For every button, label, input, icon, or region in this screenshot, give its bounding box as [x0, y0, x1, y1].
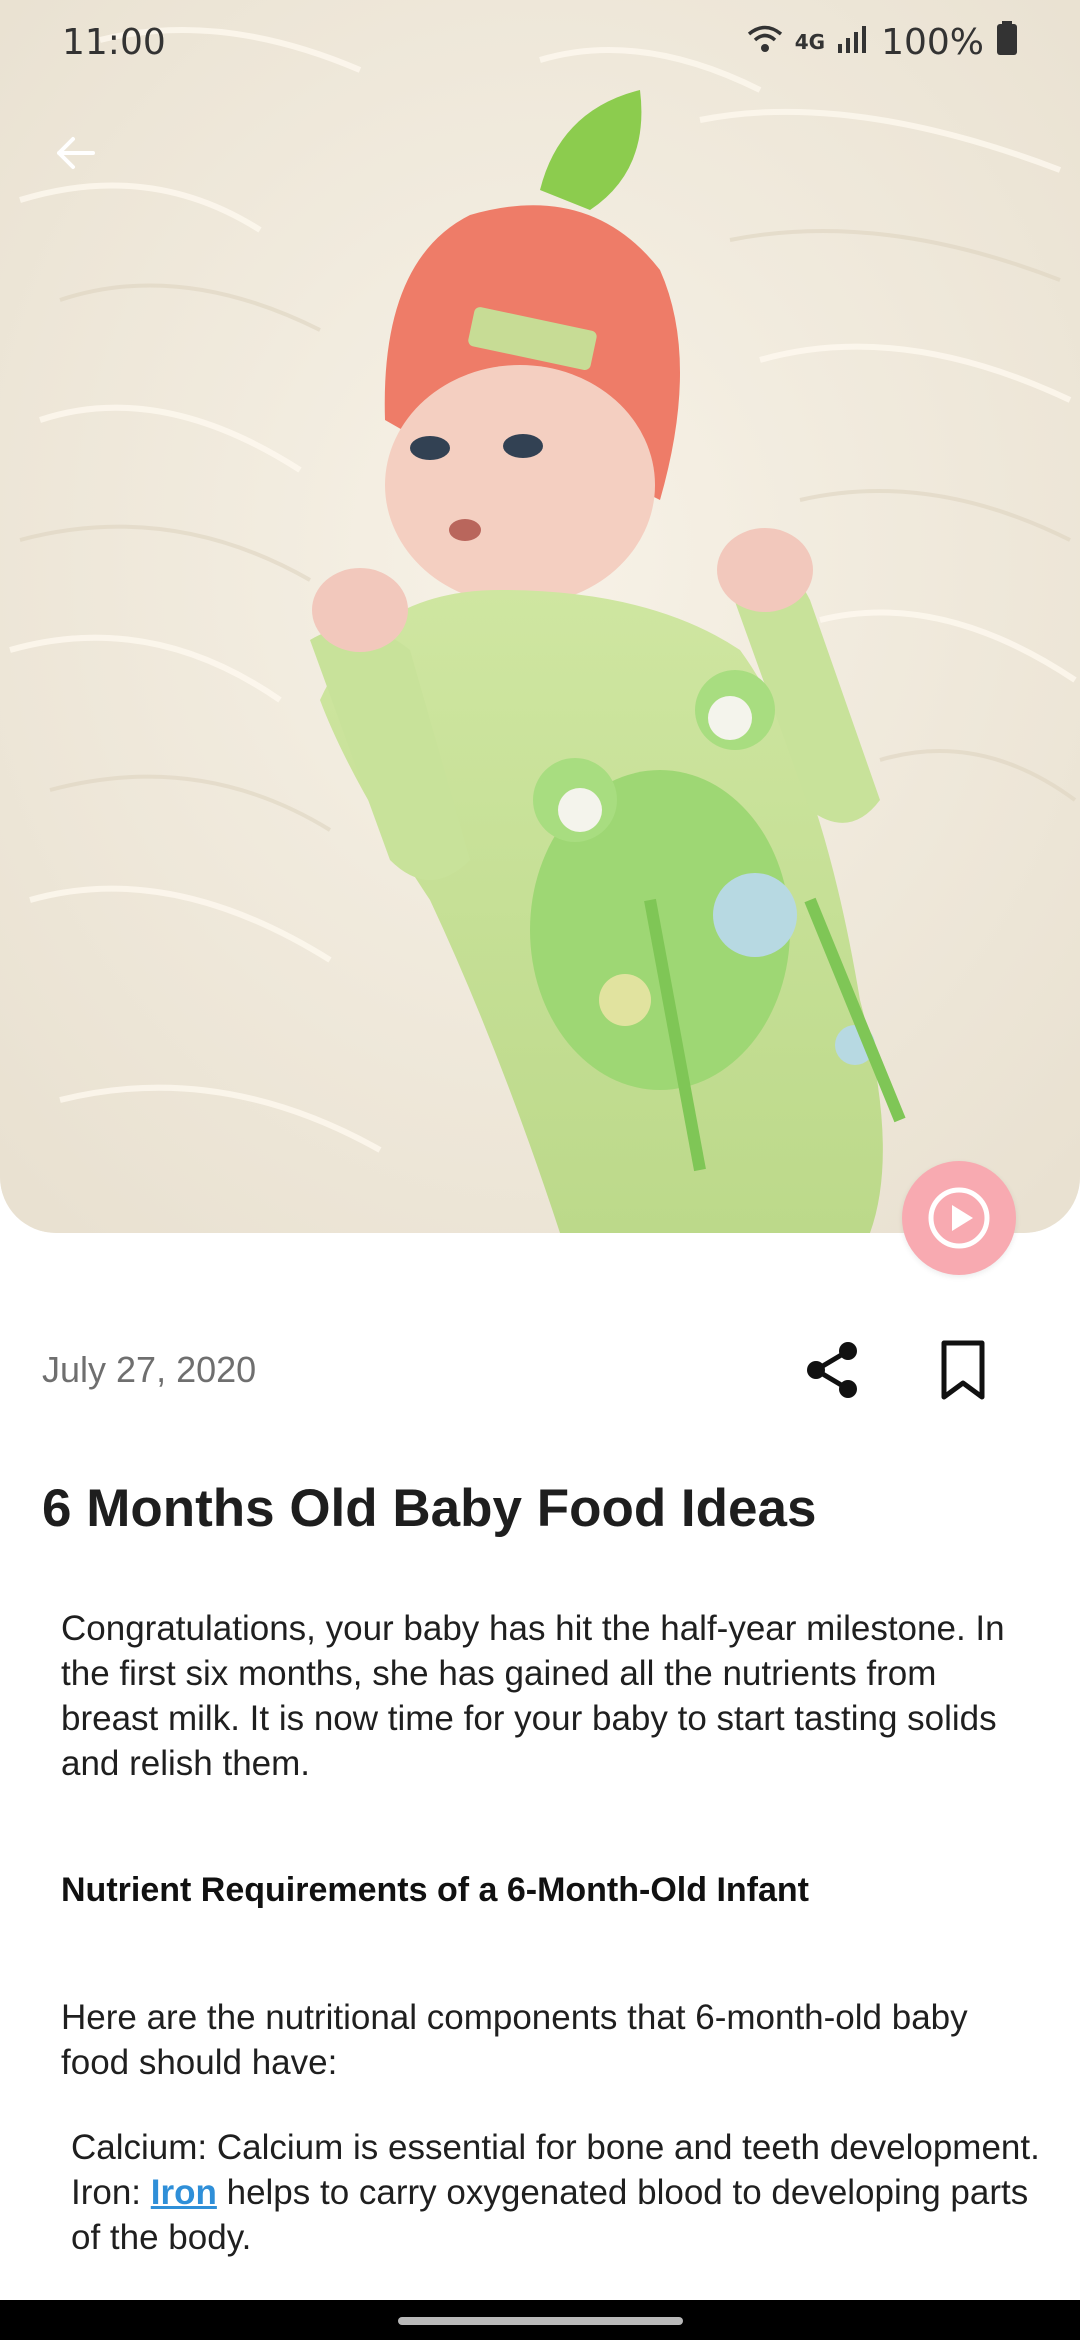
status-icons: 4G 100% — [747, 20, 1018, 64]
play-circle-icon — [928, 1187, 990, 1249]
network-4g-icon: 4G — [794, 30, 826, 54]
status-bar: 11:00 4G 100% — [0, 0, 1080, 84]
article-body: Congratulations, your baby has hit the h… — [61, 1606, 1041, 2260]
play-audio-button[interactable] — [902, 1161, 1016, 1275]
list-item: Calcium: Calcium is essential for bone a… — [71, 2128, 1040, 2167]
home-indicator[interactable] — [398, 2317, 683, 2325]
list-item: Iron: Iron helps to carry oxygenated blo… — [71, 2170, 1041, 2260]
article-meta-row: July 27, 2020 — [42, 1330, 1038, 1410]
arrow-left-icon — [57, 137, 95, 169]
list-item-label: Iron: — [71, 2173, 151, 2212]
battery-percent: 100% — [881, 21, 984, 63]
bookmark-icon — [941, 1340, 985, 1400]
nutrient-list: Calcium: Calcium is essential for bone a… — [61, 2125, 1041, 2260]
back-button[interactable] — [40, 118, 110, 188]
battery-icon — [996, 20, 1018, 64]
article-subheading: Nutrient Requirements of a 6-Month-Old I… — [61, 1871, 809, 1909]
hero-image — [0, 0, 1080, 1233]
article-title: 6 Months Old Baby Food Ideas — [42, 1479, 817, 1538]
share-button[interactable] — [798, 1335, 868, 1405]
article-actions — [798, 1335, 998, 1405]
iron-link[interactable]: Iron — [151, 2173, 217, 2212]
article-intro: Congratulations, your baby has hit the h… — [61, 1609, 1005, 1783]
article-lead: Here are the nutritional components that… — [61, 1998, 968, 2082]
system-nav-bar — [0, 2300, 1080, 2340]
signal-icon — [837, 22, 869, 63]
article-screen: 11:00 4G 100% July 27, 2020 6 Months Old… — [0, 0, 1080, 2340]
wifi-icon — [747, 22, 783, 63]
baby-photo — [0, 0, 1080, 1233]
article-date: July 27, 2020 — [42, 1349, 257, 1390]
bookmark-button[interactable] — [928, 1335, 998, 1405]
share-icon — [807, 1342, 857, 1398]
status-time: 11:00 — [62, 21, 166, 63]
